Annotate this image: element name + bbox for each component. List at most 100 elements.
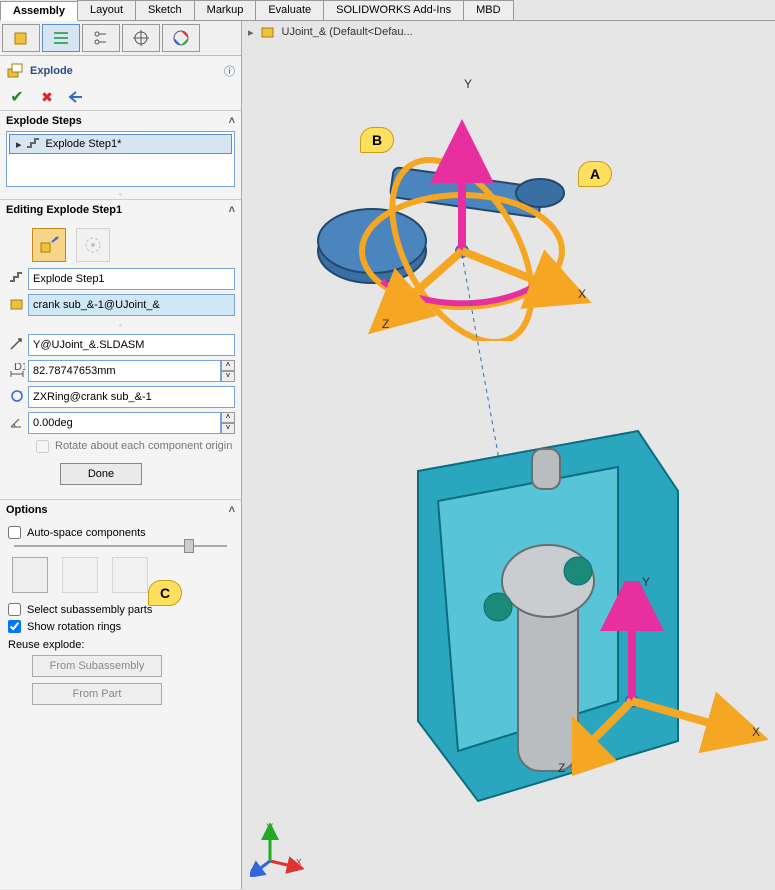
axis-z-label-2: Z xyxy=(558,761,565,775)
callout-c: C xyxy=(148,580,182,606)
confirm-row: ✔ ✖ xyxy=(0,86,241,110)
svg-text:z: z xyxy=(250,866,256,877)
distance-icon: D1 xyxy=(6,363,28,380)
list-icon xyxy=(52,29,70,47)
svg-text:D1: D1 xyxy=(14,363,25,373)
step-name-input[interactable] xyxy=(28,268,235,290)
expand-icon[interactable]: ▸ xyxy=(16,138,22,151)
select-sub-label: Select subassembly parts xyxy=(27,604,152,616)
section-label: Options xyxy=(6,504,48,516)
graphics-viewport[interactable]: ▸ UJoint_& (Default<Defau... Y xyxy=(242,21,775,889)
assembly-icon xyxy=(260,25,276,39)
component-input[interactable] xyxy=(28,294,235,316)
pm-tab-display-manager[interactable] xyxy=(162,24,200,52)
axis-x-label: X xyxy=(578,287,586,301)
breadcrumb[interactable]: ▸ UJoint_& (Default<Defau... xyxy=(248,25,413,39)
pm-title-row: Explode ⓘ xyxy=(0,56,241,86)
reference-triad[interactable]: x Y z xyxy=(250,823,304,877)
svg-text:Y: Y xyxy=(266,823,274,834)
cancel-button[interactable]: ✖ xyxy=(36,88,58,106)
step-name-icon xyxy=(6,271,28,288)
distance-spinner[interactable]: ˄˅ xyxy=(221,360,235,382)
pm-tab-feature-manager[interactable] xyxy=(2,24,40,52)
translate-icon xyxy=(38,234,60,256)
auto-space-label: Auto-space components xyxy=(27,527,146,539)
section-options[interactable]: Options ˄ xyxy=(0,499,241,518)
step-label: Explode Step1* xyxy=(46,138,122,150)
rotation-axis-input[interactable] xyxy=(28,386,235,408)
distance-input[interactable] xyxy=(28,360,221,382)
bounding-box-option[interactable] xyxy=(12,557,48,593)
reuse-label: Reuse explode: xyxy=(8,639,233,651)
tree-icon xyxy=(92,29,110,47)
explode-step-item[interactable]: ▸ Explode Step1* xyxy=(9,134,232,154)
section-editing[interactable]: Editing Explode Step1 ˄ xyxy=(0,199,241,218)
slider-thumb[interactable] xyxy=(184,539,194,553)
tab-layout[interactable]: Layout xyxy=(77,0,136,20)
resize-handle-icon[interactable]: ◦ xyxy=(0,189,241,199)
auto-space-checkbox[interactable] xyxy=(8,526,21,539)
rotation-axis-icon xyxy=(6,389,28,406)
select-sub-row[interactable]: Select subassembly parts xyxy=(8,603,233,616)
help-icon[interactable]: ⓘ xyxy=(224,63,235,79)
ok-button[interactable]: ✔ xyxy=(6,88,28,106)
axis-y-label: Y xyxy=(464,77,472,91)
command-tabbar: Assembly Layout Sketch Markup Evaluate S… xyxy=(0,0,775,21)
breadcrumb-text: UJoint_& (Default<Defau... xyxy=(282,26,413,38)
cube-icon xyxy=(12,29,30,47)
tab-assembly[interactable]: Assembly xyxy=(0,1,78,21)
chevron-up-icon: ˄ xyxy=(229,115,235,127)
target-icon xyxy=(132,29,150,47)
section-label: Editing Explode Step1 xyxy=(6,204,122,216)
from-subassembly-button: From Subassembly xyxy=(32,655,162,677)
spacing-slider[interactable] xyxy=(14,545,227,547)
component-icon xyxy=(6,297,28,314)
pm-tab-dimxpert[interactable] xyxy=(122,24,160,52)
svg-text:x: x xyxy=(296,856,302,868)
section-label: Explode Steps xyxy=(6,115,82,127)
show-rings-row[interactable]: Show rotation rings xyxy=(8,620,233,633)
pm-title: Explode xyxy=(30,65,73,77)
axis-y-label-2: Y xyxy=(642,575,650,589)
axis-z-label: Z xyxy=(382,317,389,331)
rotate-icon xyxy=(82,234,104,256)
auto-space-row[interactable]: Auto-space components xyxy=(8,526,233,539)
angle-icon xyxy=(6,415,28,432)
angle-spinner[interactable]: ˄˅ xyxy=(221,412,235,434)
property-manager: Explode ⓘ ✔ ✖ Explode Steps ˄ ▸ Explode … xyxy=(0,21,242,889)
pm-tab-row xyxy=(0,21,241,56)
step-icon xyxy=(26,137,42,151)
direction-input[interactable] xyxy=(28,334,235,356)
explode-steps-list[interactable]: ▸ Explode Step1* xyxy=(6,131,235,187)
section-explode-steps[interactable]: Explode Steps ˄ xyxy=(0,110,241,129)
undo-button[interactable] xyxy=(66,88,88,106)
chevron-up-icon: ˄ xyxy=(229,504,235,516)
angle-input[interactable] xyxy=(28,412,221,434)
upper-part-graphic xyxy=(282,81,612,341)
tab-markup[interactable]: Markup xyxy=(194,0,257,20)
done-button[interactable]: Done xyxy=(60,463,142,485)
pm-tab-config-manager[interactable] xyxy=(82,24,120,52)
tab-addins[interactable]: SOLIDWORKS Add-Ins xyxy=(323,0,464,20)
tab-sketch[interactable]: Sketch xyxy=(135,0,195,20)
translate-mode-button[interactable] xyxy=(32,228,66,262)
show-rings-label: Show rotation rings xyxy=(27,621,121,633)
callout-a: A xyxy=(578,161,612,187)
pm-tab-property-manager[interactable] xyxy=(42,24,80,52)
select-subassembly-checkbox[interactable] xyxy=(8,603,21,616)
show-rotation-rings-checkbox[interactable] xyxy=(8,620,21,633)
lower-triad[interactable] xyxy=(572,581,772,781)
appearance-icon xyxy=(172,29,190,47)
tab-evaluate[interactable]: Evaluate xyxy=(255,0,324,20)
tab-mbd[interactable]: MBD xyxy=(463,0,513,20)
chain-option xyxy=(62,557,98,593)
axis-x-label-2: X xyxy=(752,725,760,739)
chevron-up-icon: ˄ xyxy=(229,204,235,216)
explode-icon xyxy=(6,62,24,80)
rotate-about-origin-checkbox xyxy=(36,440,49,453)
rotate-mode-button[interactable] xyxy=(76,228,110,262)
resize-handle-icon[interactable]: ◦ xyxy=(6,320,235,330)
direction-icon xyxy=(6,337,28,354)
rotate-about-label: Rotate about each component origin xyxy=(55,440,232,452)
caret-icon: ▸ xyxy=(248,26,254,39)
